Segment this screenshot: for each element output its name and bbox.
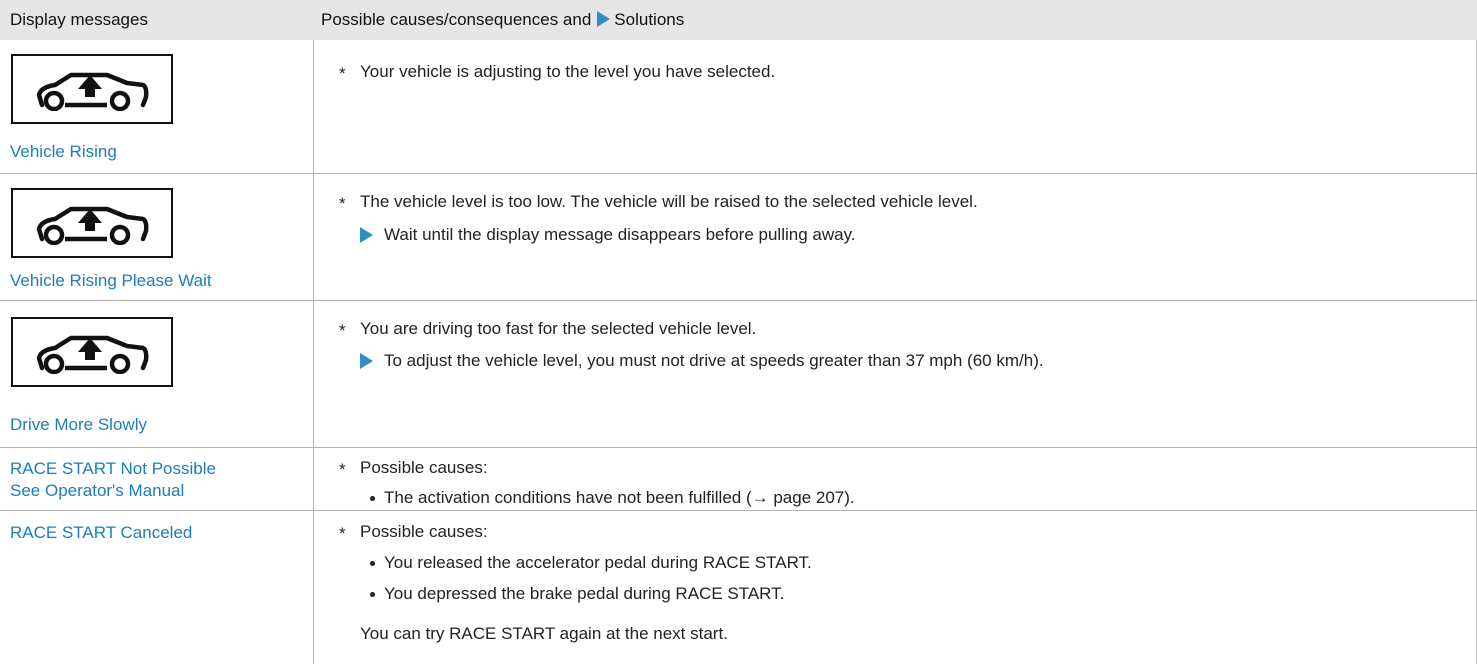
table-row: Drive More Slowly * You are driving too … (0, 300, 1477, 434)
cause-text: Possible causes: (360, 458, 488, 477)
asterisk: * (339, 64, 346, 83)
bullet-dot (370, 561, 375, 566)
message-race-start-not-possible: RACE START Not Possible See Operator's M… (10, 458, 216, 502)
solution-text: To adjust the vehicle level, you must no… (384, 351, 1044, 370)
table-header: Display messages Possible causes/consequ… (0, 0, 1477, 40)
vehicle-rising-icon (11, 188, 173, 258)
message-vehicle-rising-please-wait: Vehicle Rising Please Wait (10, 271, 212, 290)
note-text: You can try RACE START again at the next… (360, 624, 728, 643)
asterisk: * (339, 524, 346, 543)
bullet-text: You depressed the brake pedal during RAC… (384, 584, 785, 603)
cause-text: Your vehicle is adjusting to the level y… (360, 62, 776, 81)
header-display-messages: Display messages (10, 10, 148, 29)
header-causes-solutions: Possible causes/consequences and Solution… (321, 10, 684, 30)
message-line: See Operator's Manual (10, 481, 185, 500)
table-row: Vehicle Rising * Your vehicle is adjusti… (0, 40, 1477, 173)
message-drive-more-slowly: Drive More Slowly (10, 415, 147, 434)
solution-text: Wait until the display message disappear… (384, 225, 856, 244)
vehicle-rising-icon (11, 54, 173, 124)
asterisk: * (339, 194, 346, 213)
bullet-text: The activation conditions have not been … (384, 488, 855, 507)
cause-text: You are driving too fast for the selecte… (360, 319, 757, 338)
message-vehicle-rising: Vehicle Rising (10, 142, 117, 161)
vehicle-rising-icon (11, 317, 173, 387)
header-causes-label: Possible causes/consequences and (321, 10, 592, 29)
bullet-dot (370, 496, 375, 501)
solution-arrow-icon (360, 227, 373, 243)
solution-arrow-icon (360, 353, 373, 369)
message-line: RACE START Not Possible (10, 459, 216, 478)
cause-text: Possible causes: (360, 522, 488, 541)
message-race-start-canceled: RACE START Canceled (10, 523, 193, 542)
solution-arrow-icon (597, 11, 611, 27)
asterisk: * (339, 460, 346, 479)
asterisk: * (339, 321, 346, 340)
bullet-text: You released the accelerator pedal durin… (384, 553, 812, 572)
bullet-dot (370, 592, 375, 597)
table-row: Vehicle Rising Please Wait * The vehicle… (0, 173, 1477, 301)
cause-text: The vehicle level is too low. The vehicl… (360, 192, 978, 211)
table-row: RACE START Canceled * Possible causes: Y… (0, 510, 1477, 665)
header-solutions-label: Solutions (614, 10, 685, 29)
table-row: RACE START Not Possible See Operator's M… (0, 447, 1477, 507)
